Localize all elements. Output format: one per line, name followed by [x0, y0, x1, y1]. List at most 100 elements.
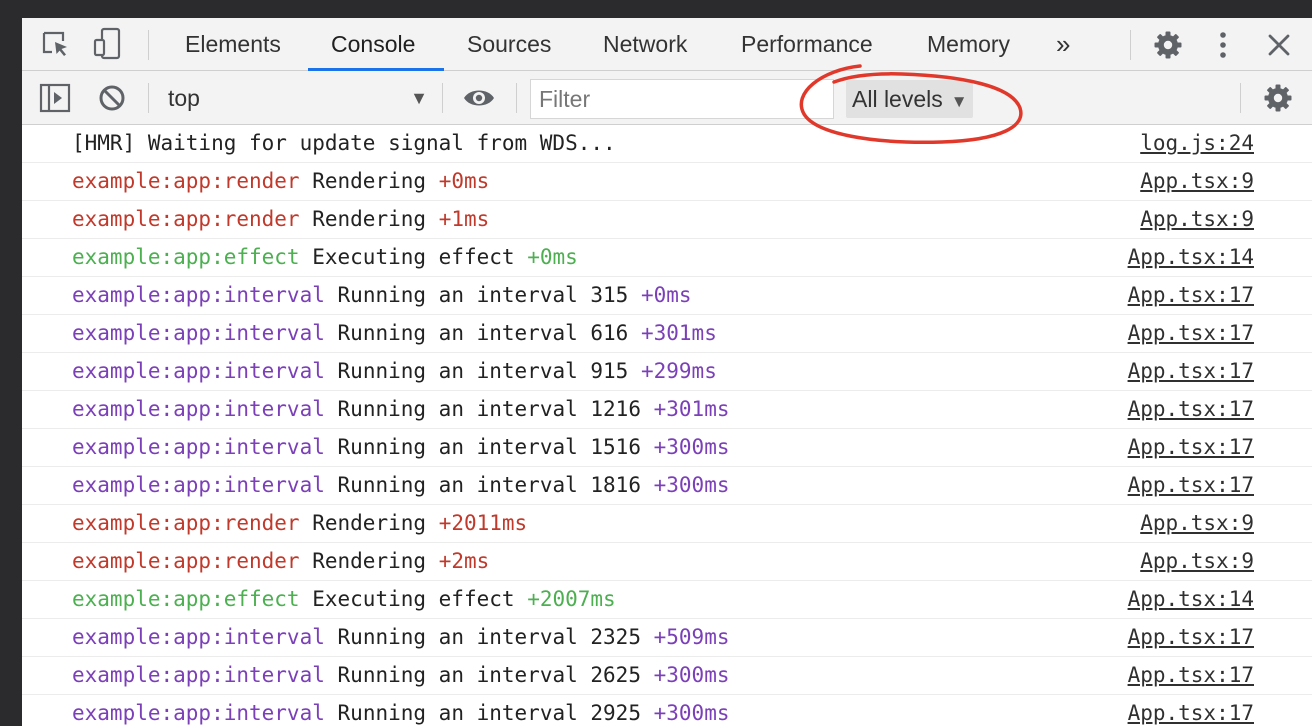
- console-message-row: example:app:effect Executing effect +0ms…: [22, 239, 1312, 277]
- close-icon[interactable]: [1264, 30, 1294, 60]
- devtools-tab-bar: Elements Console Sources Network Perform…: [22, 18, 1312, 71]
- execution-context-select[interactable]: top ▼: [168, 80, 428, 116]
- console-message-row: example:app:render Rendering +1ms App.tsx…: [22, 201, 1312, 239]
- chevron-down-icon: ▼: [950, 92, 968, 111]
- source-link[interactable]: App.tsx:17: [1128, 277, 1254, 314]
- execution-context-value: top: [168, 85, 200, 111]
- source-link[interactable]: App.tsx:9: [1140, 505, 1254, 542]
- more-options-icon[interactable]: [1210, 28, 1236, 62]
- debug-namespace: example:app:interval: [72, 663, 325, 687]
- source-link[interactable]: App.tsx:17: [1128, 467, 1254, 504]
- time-delta: +0ms: [438, 169, 490, 193]
- source-link[interactable]: App.tsx:14: [1128, 239, 1254, 276]
- console-messages: [HMR] Waiting for update signal from WDS…: [22, 125, 1312, 726]
- debug-namespace: example:app:interval: [72, 473, 325, 497]
- tab-console[interactable]: Console: [331, 18, 415, 70]
- source-link[interactable]: App.tsx:17: [1128, 391, 1254, 428]
- time-delta: +1ms: [438, 207, 490, 231]
- time-delta: +299ms: [640, 359, 717, 383]
- time-delta: +300ms: [653, 435, 730, 459]
- debug-namespace: example:app:interval: [72, 283, 325, 307]
- source-link[interactable]: App.tsx:14: [1128, 581, 1254, 618]
- source-link[interactable]: App.tsx:9: [1140, 163, 1254, 200]
- time-delta: +301ms: [640, 321, 717, 345]
- time-delta: +300ms: [653, 701, 730, 725]
- settings-gear-icon[interactable]: [1151, 28, 1185, 62]
- console-message-row: example:app:effect Executing effect +200…: [22, 581, 1312, 619]
- time-delta: +509ms: [653, 625, 730, 649]
- console-message-row: example:app:interval Running an interval…: [22, 391, 1312, 429]
- console-message-text: example:app:effect Executing effect +200…: [72, 581, 616, 618]
- console-message-text: example:app:interval Running an interval…: [72, 429, 729, 466]
- message-body: Running an interval 2925: [337, 701, 641, 725]
- toolbar-separator: [1240, 83, 1241, 113]
- time-delta: +0ms: [527, 245, 578, 269]
- tab-elements[interactable]: Elements: [185, 18, 281, 70]
- time-delta: +300ms: [653, 473, 730, 497]
- console-message-text: example:app:interval Running an interval…: [72, 695, 729, 726]
- console-message-row: example:app:interval Running an interval…: [22, 657, 1312, 695]
- show-sidebar-icon[interactable]: [38, 82, 72, 114]
- debug-namespace: example:app:effect: [72, 587, 300, 611]
- tab-performance[interactable]: Performance: [741, 18, 873, 70]
- console-settings-gear-icon[interactable]: [1261, 81, 1295, 115]
- more-tabs-button[interactable]: »: [1056, 18, 1070, 70]
- source-link[interactable]: App.tsx:17: [1128, 657, 1254, 694]
- tab-network[interactable]: Network: [603, 18, 687, 70]
- debug-namespace: example:app:effect: [72, 245, 300, 269]
- message-body: Running an interval 2325: [337, 625, 641, 649]
- console-message-row: example:app:interval Running an interval…: [22, 429, 1312, 467]
- message-body: Running an interval 1816: [337, 473, 641, 497]
- console-message-row: example:app:interval Running an interval…: [22, 277, 1312, 315]
- log-levels-dropdown[interactable]: All levels ▼: [846, 80, 973, 118]
- debug-namespace: example:app:render: [72, 169, 300, 193]
- console-message-text: example:app:interval Running an interval…: [72, 619, 729, 656]
- console-message-row: [HMR] Waiting for update signal from WDS…: [22, 125, 1312, 163]
- debug-namespace: example:app:render: [72, 207, 300, 231]
- source-link[interactable]: App.tsx:9: [1140, 543, 1254, 580]
- console-message-text: example:app:interval Running an interval…: [72, 277, 692, 314]
- devtools-panel: Elements Console Sources Network Perform…: [22, 18, 1312, 726]
- debug-namespace: example:app:interval: [72, 359, 325, 383]
- debug-namespace: example:app:render: [72, 511, 300, 535]
- window-left-strip: [0, 18, 22, 726]
- source-link[interactable]: App.tsx:9: [1140, 201, 1254, 238]
- log-levels-label: All levels: [852, 86, 943, 112]
- window-top-strip: [0, 0, 1312, 18]
- clear-console-icon[interactable]: [96, 82, 128, 114]
- source-link[interactable]: App.tsx:17: [1128, 695, 1254, 726]
- console-message-text: example:app:interval Running an interval…: [72, 467, 729, 504]
- console-message-text: example:app:interval Running an interval…: [72, 353, 717, 390]
- message-body: Rendering: [312, 207, 427, 231]
- tab-sources[interactable]: Sources: [467, 18, 551, 70]
- console-message-text: example:app:render Rendering +1ms: [72, 201, 489, 238]
- source-link[interactable]: App.tsx:17: [1128, 429, 1254, 466]
- console-message-text: example:app:interval Running an interval…: [72, 315, 717, 352]
- source-link[interactable]: App.tsx:17: [1128, 315, 1254, 352]
- live-expression-eye-icon[interactable]: [460, 82, 498, 114]
- message-body: Running an interval 1516: [337, 435, 641, 459]
- toolbar-separator: [1130, 30, 1131, 60]
- console-message-text: example:app:render Rendering +0ms: [72, 163, 489, 200]
- filter-input[interactable]: [530, 79, 834, 119]
- device-toolbar-icon[interactable]: [92, 27, 124, 61]
- console-message-text: example:app:render Rendering +2ms: [72, 543, 489, 580]
- console-message-row: example:app:interval Running an interval…: [22, 619, 1312, 657]
- console-message-text: [HMR] Waiting for update signal from WDS…: [72, 131, 616, 155]
- source-link[interactable]: App.tsx:17: [1128, 619, 1254, 656]
- console-message-text: example:app:effect Executing effect +0ms: [72, 239, 578, 276]
- toolbar-separator: [148, 83, 149, 113]
- message-body: Executing effect: [312, 587, 515, 611]
- console-message-text: example:app:render Rendering +2011ms: [72, 505, 527, 542]
- source-link[interactable]: App.tsx:17: [1128, 353, 1254, 390]
- console-toolbar: top ▼ All levels ▼: [22, 71, 1312, 125]
- console-message-text: example:app:interval Running an interval…: [72, 391, 729, 428]
- debug-namespace: example:app:interval: [72, 701, 325, 725]
- time-delta: +300ms: [653, 663, 730, 687]
- source-link[interactable]: log.js:24: [1140, 125, 1254, 162]
- inspect-element-icon[interactable]: [40, 29, 72, 61]
- console-message-row: example:app:render Rendering +2011ms App.…: [22, 505, 1312, 543]
- tab-memory[interactable]: Memory: [927, 18, 1010, 70]
- console-message-row: example:app:interval Running an interval…: [22, 467, 1312, 505]
- time-delta: +301ms: [653, 397, 730, 421]
